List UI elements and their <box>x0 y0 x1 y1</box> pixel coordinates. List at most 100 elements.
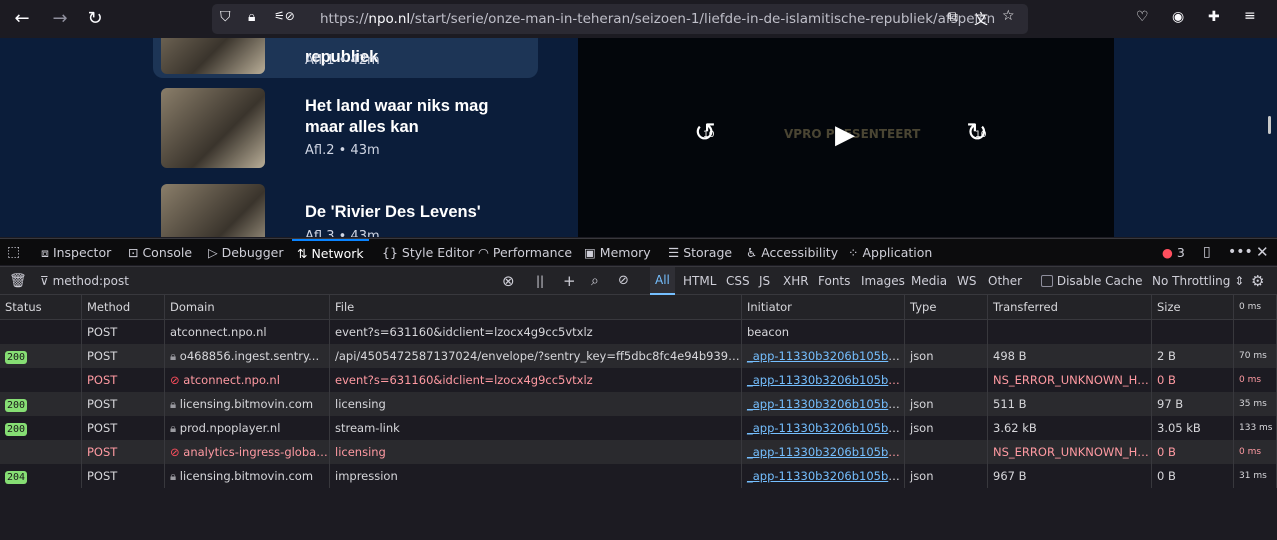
rewind-10-button[interactable]: ↺ 10 <box>694 118 716 148</box>
url-text[interactable]: https://npo.nl/start/serie/onze-man-in-t… <box>320 11 995 27</box>
picture-in-picture-icon[interactable]: ⧉ <box>948 9 958 25</box>
error-count-badge[interactable]: ● 3 <box>1162 239 1185 266</box>
tab-style-editor[interactable]: {} Style Editor <box>382 239 474 266</box>
episode-item[interactable]: republiek Afl.1 • 42m <box>153 38 538 78</box>
cell-domain: atconnect.npo.nl <box>165 320 330 344</box>
table-row[interactable]: POST atconnect.npo.nl event?s=631160&idcli… <box>0 320 1277 344</box>
translate-icon[interactable]: 文 <box>974 9 988 29</box>
initiator-link[interactable]: _app-11330b3206b105b7.js:... <box>747 373 904 387</box>
column-header-time[interactable]: 0 ms <box>1234 295 1277 319</box>
type-filter-ws[interactable]: WS <box>957 267 976 295</box>
tab-label: Console <box>142 245 193 260</box>
tab-network[interactable]: ⇅ Network <box>292 239 369 266</box>
tab-accessibility[interactable]: ♿︎ Accessibility <box>746 239 838 266</box>
column-header-type[interactable]: Type <box>905 295 988 319</box>
tab-console[interactable]: ⊡ Console <box>128 239 192 266</box>
episode-item[interactable]: Het land waar niks mag maar alles kan Af… <box>153 88 538 168</box>
column-header-size[interactable]: Size <box>1152 295 1234 319</box>
table-row[interactable]: POST ⊘ analytics-ingress-global.... licens… <box>0 440 1277 464</box>
initiator-link[interactable]: _app-11330b3206b105b7.js:... <box>747 397 904 411</box>
type-filter-html[interactable]: HTML <box>683 267 716 295</box>
forward-10-button[interactable]: ↻ 10 <box>966 118 988 148</box>
forward-seconds: 10 <box>975 130 987 140</box>
url-bar[interactable]: ⛉ 🔒︎ ⚟⊘ https://npo.nl/start/serie/onze-… <box>212 4 1028 34</box>
forward-button[interactable]: → <box>47 6 73 32</box>
disable-cache-label: Disable Cache <box>1056 274 1143 288</box>
column-header-method[interactable]: Method <box>82 295 165 319</box>
tab-storage[interactable]: ☰ Storage <box>668 239 732 266</box>
table-row[interactable]: 200 POST 🔒︎ prod.npoplayer.nl stream-link _a… <box>0 416 1277 440</box>
table-row[interactable]: POST ⊘ atconnect.npo.nl event?s=631160&idc… <box>0 368 1277 392</box>
episode-item[interactable]: De 'Rivier Des Levens' Afl.3 • 43m <box>153 184 538 237</box>
column-header-file[interactable]: File <box>330 295 742 319</box>
type-filter-other[interactable]: Other <box>988 267 1022 295</box>
column-header-initiator[interactable]: Initiator <box>742 295 905 319</box>
initiator-link[interactable]: _app-11330b3206b105b7.js:... <box>747 445 904 459</box>
disable-cache-checkbox[interactable]: Disable Cache <box>1041 267 1142 295</box>
shield-icon[interactable]: ⛉ <box>220 9 231 25</box>
pause-icon[interactable]: || <box>536 267 544 295</box>
reload-button[interactable]: ↻ <box>82 6 108 32</box>
cell-method: POST <box>82 344 165 368</box>
type-filter-media[interactable]: Media <box>911 267 947 295</box>
play-button[interactable]: ▶ <box>835 120 855 150</box>
block-icon[interactable]: ⊘ <box>618 267 629 295</box>
episode-meta: Afl.1 • 42m <box>305 53 380 68</box>
tab-debugger[interactable]: ▷ Debugger <box>208 239 283 266</box>
table-row[interactable]: 204 POST 🔒︎ licensing.bitmovin.com impressi… <box>0 464 1277 488</box>
type-filter-xhr[interactable]: XHR <box>783 267 809 295</box>
throttling-select[interactable]: No Throttling ⇕ <box>1152 267 1244 295</box>
table-row[interactable]: 200 POST 🔒︎ o468856.ingest.sentry.../api/4… <box>0 344 1277 368</box>
tab-application[interactable]: ⁘ Application <box>848 239 932 266</box>
request-table-header: Status Method Domain File Initiator Type Trans… <box>0 295 1277 320</box>
column-header-domain[interactable]: Domain <box>165 295 330 319</box>
cell-time: 0 ms <box>1234 440 1277 464</box>
url-host: npo.nl <box>368 11 411 27</box>
extensions-icon[interactable]: ✚ <box>1208 9 1220 25</box>
type-filter-all[interactable]: All <box>650 267 675 295</box>
cell-file: /api/4505472587137024/envelope/?sentry_k… <box>330 344 742 368</box>
account-icon[interactable]: ◉ <box>1172 9 1184 25</box>
menu-icon[interactable]: ≡ <box>1244 8 1256 24</box>
column-header-transferred[interactable]: Transferred <box>988 295 1152 319</box>
permissions-icon[interactable]: ⚟⊘ <box>274 9 295 23</box>
type-filter-fonts[interactable]: Fonts <box>818 267 850 295</box>
video-player[interactable]: VPRO PRESENTEERT ↺ 10 ▶ ↻ 10 <box>578 38 1114 237</box>
tab-inspector[interactable]: ⧈ Inspector <box>41 239 111 266</box>
table-row[interactable]: 200 POST 🔒︎ licensing.bitmovin.com licensin… <box>0 392 1277 416</box>
close-devtools-icon[interactable]: ✕ <box>1256 239 1269 266</box>
pocket-icon[interactable]: ♡ <box>1136 9 1149 25</box>
settings-gear-icon[interactable]: ⚙ <box>1251 267 1264 295</box>
domain-text: prod.npoplayer.nl <box>179 421 281 435</box>
clear-filter-icon[interactable]: ⊗ <box>502 267 515 295</box>
initiator-link[interactable]: _app-11330b3206b105b7.js:... <box>747 421 904 435</box>
cell-domain: 🔒︎ prod.npoplayer.nl <box>165 416 330 440</box>
back-button[interactable]: ← <box>9 6 35 32</box>
more-options-icon[interactable]: ••• <box>1228 239 1253 266</box>
filter-urls-input[interactable]: ⊽ method:post <box>40 267 500 295</box>
cell-type: json <box>905 464 988 488</box>
search-icon[interactable]: ⌕ <box>591 267 599 295</box>
lock-icon[interactable]: 🔒︎ <box>248 9 255 25</box>
cell-type: json <box>905 416 988 440</box>
type-filter-images[interactable]: Images <box>861 267 905 295</box>
status-badge: 200 <box>5 399 28 412</box>
clear-requests-icon[interactable]: 🗑︎ <box>9 267 27 295</box>
episode-title: Het land waar niks mag maar alles kan <box>305 97 489 136</box>
element-picker-icon[interactable]: ⬚ <box>7 239 20 266</box>
page-scrollbar[interactable] <box>1268 116 1271 134</box>
url-scheme: https:// <box>320 11 369 27</box>
add-blocking-icon[interactable]: + <box>563 267 576 295</box>
bookmark-star-icon[interactable]: ☆ <box>1002 8 1015 24</box>
cell-transferred: NS_ERROR_UNKNOWN_HOST <box>988 368 1152 392</box>
type-filter-js[interactable]: JS <box>759 267 770 295</box>
initiator-link[interactable]: _app-11330b3206b105b7.js:... <box>747 349 904 363</box>
tab-memory[interactable]: ▣ Memory <box>584 239 651 266</box>
initiator-link[interactable]: _app-11330b3206b105b7.js:... <box>747 469 904 483</box>
cell-status <box>0 440 82 464</box>
type-filter-css[interactable]: CSS <box>726 267 750 295</box>
responsive-design-icon[interactable]: ▯ <box>1203 239 1211 266</box>
cell-transferred: 511 B <box>988 392 1152 416</box>
tab-performance[interactable]: ◠ Performance <box>478 239 572 266</box>
column-header-status[interactable]: Status <box>0 295 82 319</box>
